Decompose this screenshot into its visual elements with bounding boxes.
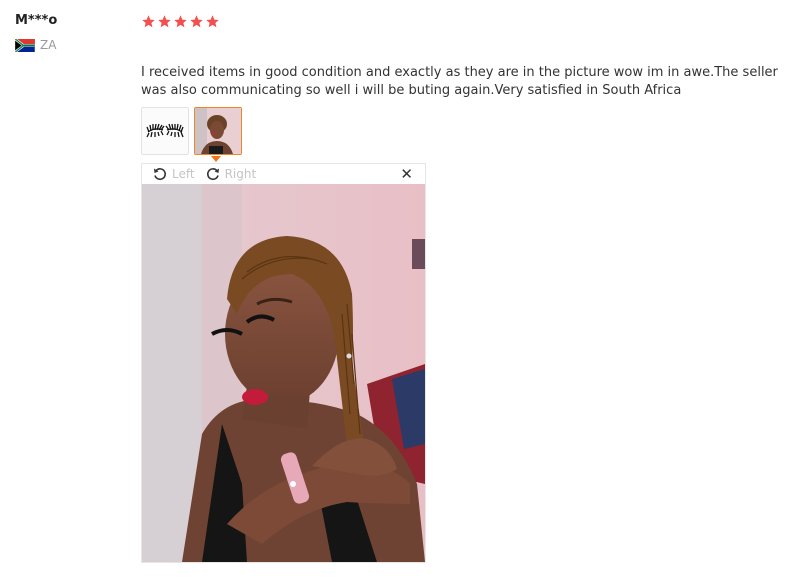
review-item: M***o ZA I received items in good condit… xyxy=(0,0,786,581)
star-icon xyxy=(174,14,187,27)
star-icon xyxy=(142,14,155,27)
selfie-photo xyxy=(195,108,241,154)
thumbnail-selfie[interactable] xyxy=(194,107,242,155)
reviewer-country: ZA xyxy=(15,38,125,52)
viewer-toolbar: Left Right ✕ xyxy=(142,164,425,184)
rotate-left-icon xyxy=(154,168,166,181)
review-text: I received items in good condition and e… xyxy=(141,65,778,98)
rotate-right-label: Right xyxy=(224,167,257,181)
reviewer-info: M***o ZA xyxy=(15,12,125,52)
eyelashes-photo xyxy=(142,108,188,154)
star-icon xyxy=(158,14,171,27)
image-viewer: Left Right ✕ xyxy=(141,163,426,563)
thumbnail-eyelashes[interactable] xyxy=(141,107,189,155)
reviewer-name: M***o xyxy=(15,13,58,28)
star-icon xyxy=(190,14,203,27)
review-photo xyxy=(142,184,425,562)
review-content: I received items in good condition and e… xyxy=(141,12,781,563)
close-viewer-button[interactable]: ✕ xyxy=(400,167,413,182)
star-icon xyxy=(206,14,219,27)
rotate-right-button[interactable]: Right xyxy=(205,166,257,182)
star-rating xyxy=(141,12,781,30)
country-code: ZA xyxy=(40,38,57,52)
review-thumbnails xyxy=(141,107,242,155)
rotate-left-label: Left xyxy=(172,167,195,181)
active-thumbnail-pointer xyxy=(211,156,221,162)
south-africa-flag-icon xyxy=(15,38,35,52)
rotate-right-icon xyxy=(206,168,219,181)
rotate-left-button[interactable]: Left xyxy=(152,166,195,182)
